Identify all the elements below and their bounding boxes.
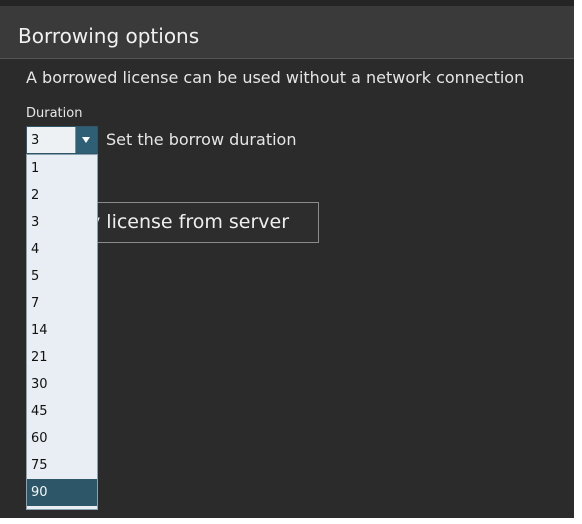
duration-option[interactable]: 14 bbox=[27, 317, 97, 344]
borrowing-options-window: Borrowing options A borrowed license can… bbox=[0, 0, 574, 518]
duration-option[interactable]: 3 bbox=[27, 209, 97, 236]
duration-hint: Set the borrow duration bbox=[106, 130, 297, 149]
duration-dropdown-list[interactable]: 1 2 3 4 5 7 14 21 30 45 60 75 90 bbox=[26, 154, 98, 510]
section-header: Borrowing options bbox=[0, 6, 574, 59]
duration-option[interactable]: 75 bbox=[27, 452, 97, 479]
borrowing-description: A borrowed license can be used without a… bbox=[26, 68, 525, 87]
duration-option[interactable]: 60 bbox=[27, 425, 97, 452]
duration-option[interactable]: 4 bbox=[27, 236, 97, 263]
borrow-license-button[interactable]: v license from server bbox=[96, 202, 319, 243]
chevron-down-icon bbox=[82, 137, 90, 143]
duration-option[interactable]: 30 bbox=[27, 371, 97, 398]
duration-option[interactable]: 45 bbox=[27, 398, 97, 425]
duration-select[interactable]: 3 bbox=[26, 126, 98, 154]
duration-selected-value: 3 bbox=[31, 133, 40, 148]
duration-option[interactable]: 7 bbox=[27, 290, 97, 317]
duration-select-toggle[interactable] bbox=[75, 127, 97, 153]
duration-option-highlighted[interactable]: 90 bbox=[27, 479, 97, 506]
section-title: Borrowing options bbox=[18, 24, 200, 48]
duration-option[interactable]: 5 bbox=[27, 263, 97, 290]
duration-option[interactable]: 1 bbox=[27, 155, 97, 182]
duration-option[interactable]: 2 bbox=[27, 182, 97, 209]
duration-option[interactable]: 21 bbox=[27, 344, 97, 371]
duration-label: Duration bbox=[26, 106, 83, 121]
